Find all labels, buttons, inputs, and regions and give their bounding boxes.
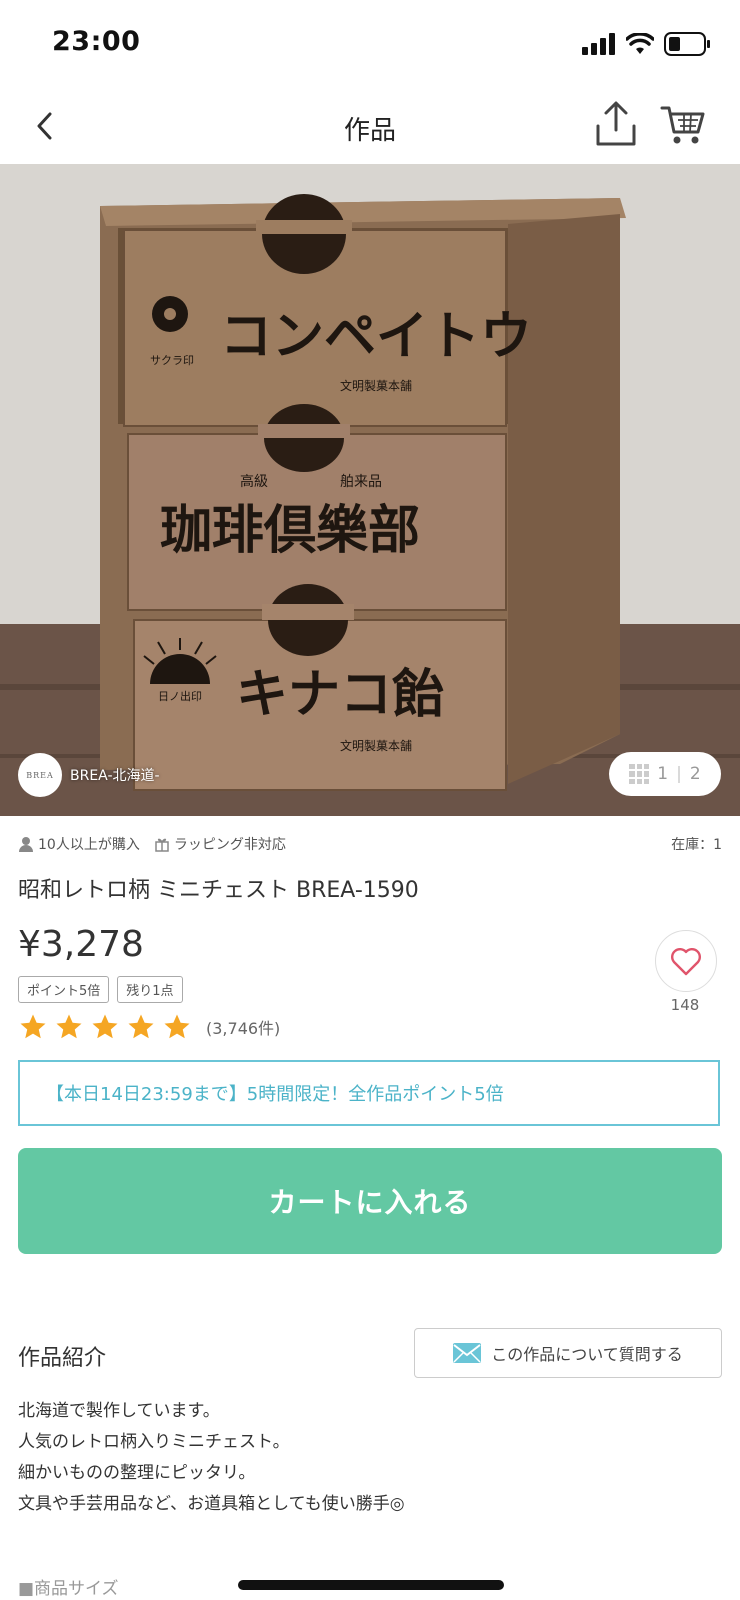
description-line: 文具や手芸用品など、お道具箱としても使い勝手◎ [18,1494,405,1514]
description-line: 人気のレトロ柄入りミニチェスト。 [18,1432,290,1452]
image-counter[interactable]: 1 | 2 [609,752,721,796]
product-price: ¥3,278 [18,924,144,965]
intro-title: 作品紹介 [18,1346,107,1371]
grid-icon [629,764,650,784]
chest-illustration: コンペイトウ サクラ印 文明製菓本舗 高級 舶来品 珈琲倶樂部 キナコ飴 日ノ出… [0,164,740,816]
image-text-3: 文明製菓本舗 [340,378,412,393]
product-tags: ポイント5倍 残り1点 [18,976,183,1003]
status-time: 23:00 [52,26,141,57]
description-line: 細かいものの整理にピッタリ。 [18,1463,256,1483]
person-icon [19,837,33,852]
product-description: 北海道で製作しています。 人気のレトロ柄入りミニチェスト。 細かいものの整理にピ… [18,1396,405,1520]
heart-icon [671,948,701,976]
image-text-9: 文明製菓本舗 [340,738,412,753]
star-icon [56,1014,82,1039]
add-to-cart-button[interactable]: カートに入れる [18,1148,722,1254]
buyers-info: 10人以上が購入 [18,834,140,854]
ask-question-label: この作品について質問する [491,1345,683,1364]
home-indicator[interactable] [238,1580,504,1590]
image-text-8: 日ノ出印 [158,689,202,703]
mail-icon [453,1343,482,1363]
shop-badge[interactable]: BREA BREA-北海道- [18,752,160,798]
shop-name: BREA-北海道- [70,768,160,784]
image-text-7: キナコ飴 [236,665,444,725]
description-line: 北海道で製作しています。 [18,1401,220,1421]
star-icon [128,1014,154,1039]
image-text-4: 高級 [240,473,268,490]
shop-logo: BREA [18,753,62,797]
share-icon[interactable] [594,100,638,148]
wrapping-info: ラッピング非対応 [154,834,286,854]
star-icon [20,1014,46,1039]
nav-bar: 作品 [0,88,740,164]
review-count: (3,746件) [206,1019,281,1038]
rating-row[interactable]: (3,746件) [18,1012,280,1042]
image-text-6: 珈琲倶樂部 [160,501,420,561]
add-to-cart-label: カートに入れる [268,1186,472,1219]
star-icon [92,1014,118,1039]
ask-question-button[interactable]: この作品について質問する [414,1328,722,1378]
size-heading: ■商品サイズ [18,1579,119,1599]
product-image[interactable]: コンペイトウ サクラ印 文明製菓本舗 高級 舶来品 珈琲倶樂部 キナコ飴 日ノ出… [0,164,740,816]
tag-remaining: 残り1点 [117,976,183,1003]
stock-count: 在庫：1 [671,837,722,853]
status-bar: 23:00 [0,0,740,88]
battery-icon [664,32,710,56]
cart-icon[interactable] [660,102,706,146]
image-text-5: 舶来品 [340,474,382,490]
star-icon [164,1014,190,1039]
image-total: 2 [689,764,701,784]
wrapping-text: ラッピング非対応 [173,837,286,853]
wifi-icon [626,33,654,54]
meta-row: 10人以上が購入 ラッピング非対応 在庫：1 [18,832,722,856]
image-text-1: コンペイトウ [220,307,532,367]
favorite-count: 148 [670,996,700,1014]
tag-points: ポイント5倍 [18,976,110,1003]
buyers-text: 10人以上が購入 [38,837,140,853]
promo-text: 【本日14日23:59まで】5時間限定！全作品ポイント5倍 [46,1084,504,1105]
promo-banner[interactable]: 【本日14日23:59まで】5時間限定！全作品ポイント5倍 [18,1060,720,1126]
status-icons [582,30,710,58]
gift-icon [155,838,169,852]
signal-icon [582,33,615,55]
image-text-2: サクラ印 [150,354,194,367]
favorite-button[interactable] [655,930,717,992]
image-index: 1 [657,764,669,784]
product-name: 昭和レトロ柄 ミニチェスト BREA-1590 [18,878,419,903]
